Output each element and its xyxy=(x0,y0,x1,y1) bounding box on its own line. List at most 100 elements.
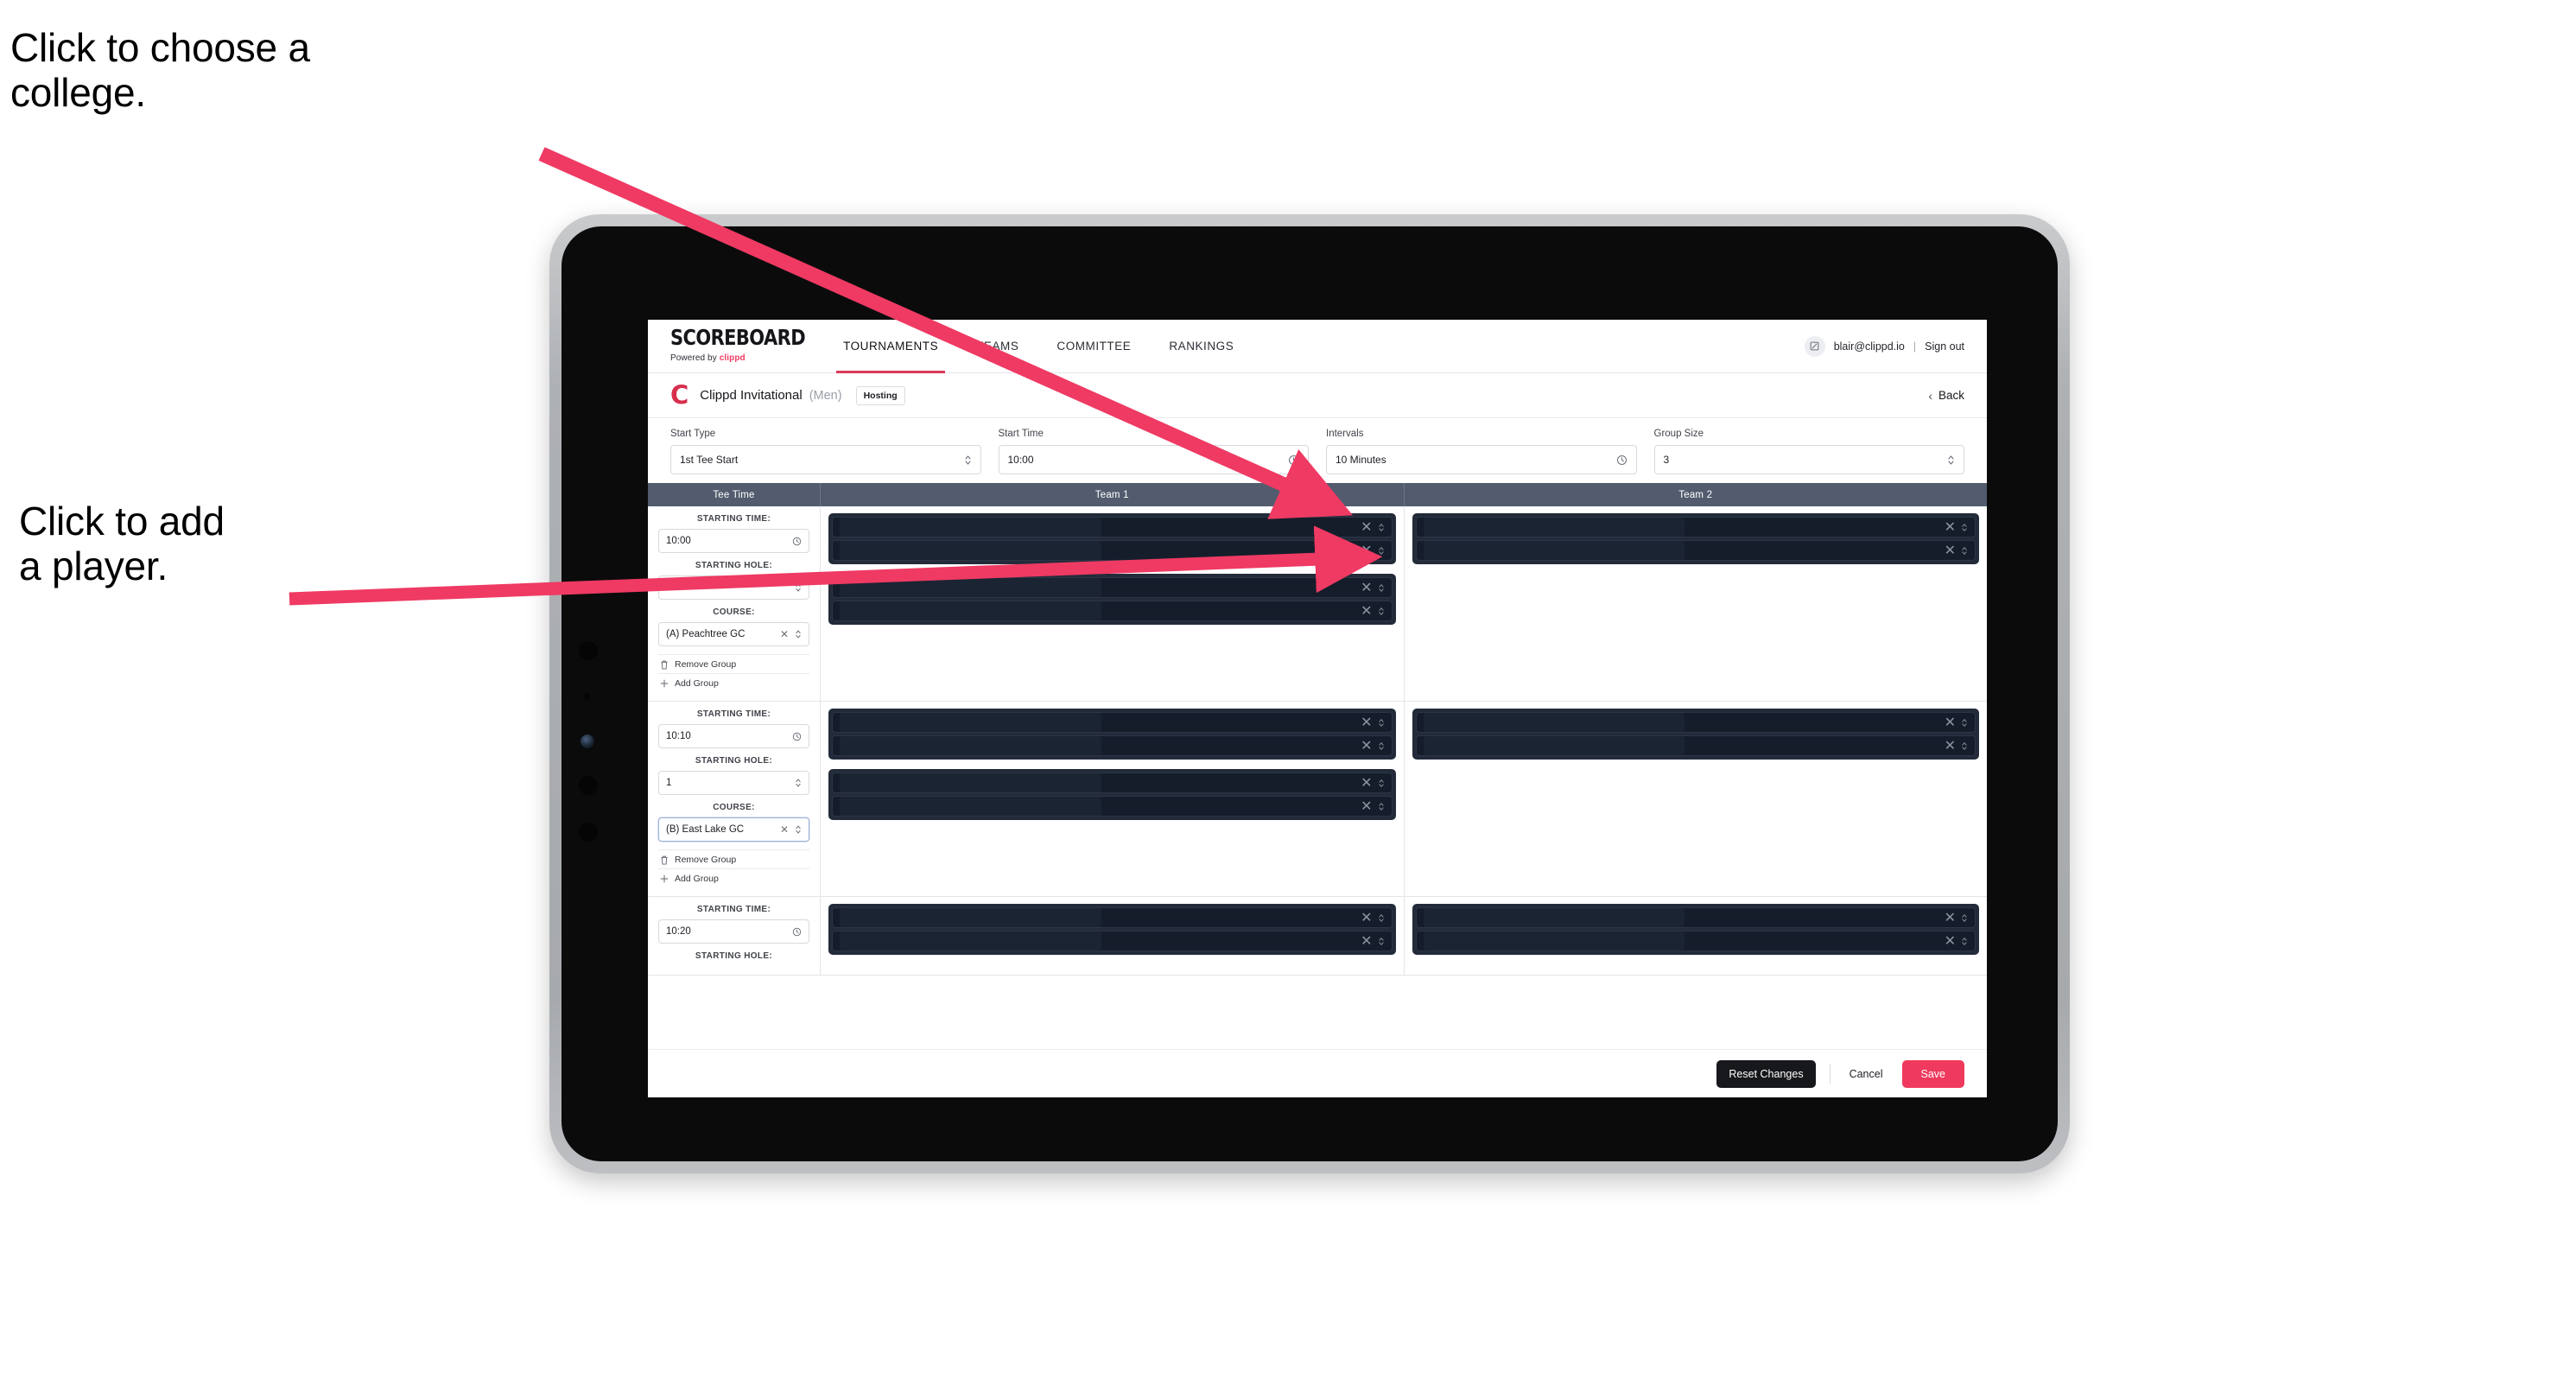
group-size-value: 3 xyxy=(1663,454,1670,466)
player-slot-actions[interactable]: ✕ xyxy=(1361,932,1384,950)
clock-icon[interactable] xyxy=(1616,455,1627,466)
trash-icon xyxy=(660,660,669,670)
tee-sheet-table-body[interactable]: STARTING TIME: 10:00 STARTING HOLE: 1 CO… xyxy=(648,506,1987,1049)
close-x-icon[interactable]: ✕ xyxy=(780,823,789,836)
nav-item-rankings[interactable]: RANKINGS xyxy=(1150,320,1253,372)
starting-time-input[interactable]: 10:10 xyxy=(658,724,809,748)
close-x-icon[interactable]: ✕ xyxy=(1945,714,1956,731)
stepper-icon[interactable] xyxy=(795,824,802,835)
scoreboard-logo[interactable]: SCOREBOARD Powered by clippd xyxy=(648,320,824,372)
clock-icon[interactable] xyxy=(792,927,802,937)
course-select[interactable]: (A) Peachtree GC ✕ xyxy=(658,622,809,646)
close-x-icon[interactable]: ✕ xyxy=(1945,542,1956,559)
starting-time-input[interactable]: 10:20 xyxy=(658,919,809,944)
player-slot-actions[interactable]: ✕ xyxy=(1945,909,1968,926)
reset-changes-button[interactable]: Reset Changes xyxy=(1716,1059,1816,1088)
close-x-icon[interactable]: ✕ xyxy=(1945,737,1956,754)
sign-out-link[interactable]: Sign out xyxy=(1925,340,1964,353)
player-slot[interactable]: ✕ xyxy=(1415,712,1976,733)
stepper-icon xyxy=(1962,546,1967,555)
stepper-icon[interactable] xyxy=(795,582,802,593)
close-x-icon[interactable]: ✕ xyxy=(1945,909,1956,926)
stepper-icon[interactable] xyxy=(795,629,802,639)
player-slot[interactable]: ✕ xyxy=(832,577,1393,598)
close-x-icon[interactable]: ✕ xyxy=(1361,542,1372,559)
team-1-cell: ✕ ✕ xyxy=(821,506,1405,701)
stepper-icon[interactable] xyxy=(1947,455,1955,466)
clock-icon[interactable] xyxy=(1288,455,1299,466)
player-slot[interactable]: ✕ xyxy=(832,796,1393,817)
player-slot-actions[interactable]: ✕ xyxy=(1361,714,1384,731)
starting-hole-stepper[interactable]: 1 xyxy=(658,771,809,795)
field-group-size-label: Group Size xyxy=(1653,429,1704,439)
close-x-icon[interactable]: ✕ xyxy=(1945,932,1956,950)
player-slot-actions[interactable]: ✕ xyxy=(1361,774,1384,792)
cancel-button[interactable]: Cancel xyxy=(1844,1060,1888,1088)
close-x-icon[interactable]: ✕ xyxy=(1361,909,1372,926)
group-size-stepper[interactable]: 3 xyxy=(1653,445,1964,474)
clock-icon[interactable] xyxy=(792,537,802,546)
close-x-icon[interactable]: ✕ xyxy=(1945,518,1956,536)
starting-time-value: 10:10 xyxy=(666,731,691,741)
player-slot[interactable]: ✕ xyxy=(832,931,1393,951)
player-slot[interactable]: ✕ xyxy=(1415,907,1976,928)
add-group-label: Add Group xyxy=(675,678,719,689)
player-slot[interactable]: ✕ xyxy=(1415,735,1976,756)
player-slot-actions[interactable]: ✕ xyxy=(1361,518,1384,536)
nav-item-tournaments[interactable]: TOURNAMENTS xyxy=(824,320,957,373)
start-time-input[interactable]: 10:00 xyxy=(998,445,1309,474)
player-slot[interactable]: ✕ xyxy=(832,772,1393,793)
player-slot-actions[interactable]: ✕ xyxy=(1361,602,1384,620)
nav-item-committee[interactable]: COMMITTEE xyxy=(1037,320,1150,372)
player-slot-actions[interactable]: ✕ xyxy=(1361,909,1384,926)
player-slot[interactable]: ✕ xyxy=(1415,540,1976,561)
close-x-icon[interactable]: ✕ xyxy=(1361,602,1372,620)
add-group-button[interactable]: Add Group xyxy=(658,868,809,887)
player-slot-actions[interactable]: ✕ xyxy=(1945,932,1968,950)
close-x-icon[interactable]: ✕ xyxy=(1361,579,1372,596)
close-x-icon[interactable]: ✕ xyxy=(1361,774,1372,792)
player-slot[interactable]: ✕ xyxy=(832,517,1393,537)
stepper-icon[interactable] xyxy=(795,778,802,788)
player-slot-actions[interactable]: ✕ xyxy=(1361,737,1384,754)
close-x-icon[interactable]: ✕ xyxy=(780,628,789,640)
player-slot-actions[interactable]: ✕ xyxy=(1361,542,1384,559)
course-select[interactable]: (B) East Lake GC ✕ xyxy=(658,817,809,842)
player-slot-actions[interactable]: ✕ xyxy=(1361,579,1384,596)
device-sensor-icon xyxy=(579,641,598,660)
starting-hole-stepper[interactable]: 1 xyxy=(658,575,809,600)
player-slot[interactable]: ✕ xyxy=(832,601,1393,621)
starting-time-input[interactable]: 10:00 xyxy=(658,529,809,553)
close-x-icon[interactable]: ✕ xyxy=(1361,798,1372,815)
starting-time-label: STARTING TIME: xyxy=(696,514,771,524)
add-group-button[interactable]: Add Group xyxy=(658,673,809,692)
user-avatar-icon[interactable] xyxy=(1804,335,1825,357)
start-type-select[interactable]: 1st Tee Start xyxy=(670,445,981,474)
player-group: ✕ ✕ xyxy=(828,709,1396,760)
close-x-icon[interactable]: ✕ xyxy=(1361,714,1372,731)
clock-icon[interactable] xyxy=(792,732,802,741)
player-name-redacted xyxy=(1423,736,1685,755)
player-slot[interactable]: ✕ xyxy=(1415,517,1976,537)
player-slot[interactable]: ✕ xyxy=(832,540,1393,561)
player-slot-actions[interactable]: ✕ xyxy=(1945,714,1968,731)
intervals-input[interactable]: 10 Minutes xyxy=(1326,445,1637,474)
close-x-icon[interactable]: ✕ xyxy=(1361,932,1372,950)
player-slot-actions[interactable]: ✕ xyxy=(1945,542,1968,559)
save-button[interactable]: Save xyxy=(1901,1059,1964,1088)
player-slot[interactable]: ✕ xyxy=(832,712,1393,733)
player-slot[interactable]: ✕ xyxy=(832,907,1393,928)
nav-item-teams[interactable]: TEAMS xyxy=(957,320,1037,372)
close-x-icon[interactable]: ✕ xyxy=(1361,737,1372,754)
player-slot[interactable]: ✕ xyxy=(1415,931,1976,951)
remove-group-button[interactable]: Remove Group xyxy=(658,849,809,868)
stepper-icon[interactable] xyxy=(964,455,972,466)
back-button[interactable]: ‹ Back xyxy=(1928,389,1964,403)
brand-subtitle-clippd: clippd xyxy=(719,353,746,363)
close-x-icon[interactable]: ✕ xyxy=(1361,518,1372,536)
player-slot[interactable]: ✕ xyxy=(832,735,1393,756)
player-slot-actions[interactable]: ✕ xyxy=(1945,737,1968,754)
player-slot-actions[interactable]: ✕ xyxy=(1361,798,1384,815)
player-slot-actions[interactable]: ✕ xyxy=(1945,518,1968,536)
remove-group-button[interactable]: Remove Group xyxy=(658,654,809,673)
